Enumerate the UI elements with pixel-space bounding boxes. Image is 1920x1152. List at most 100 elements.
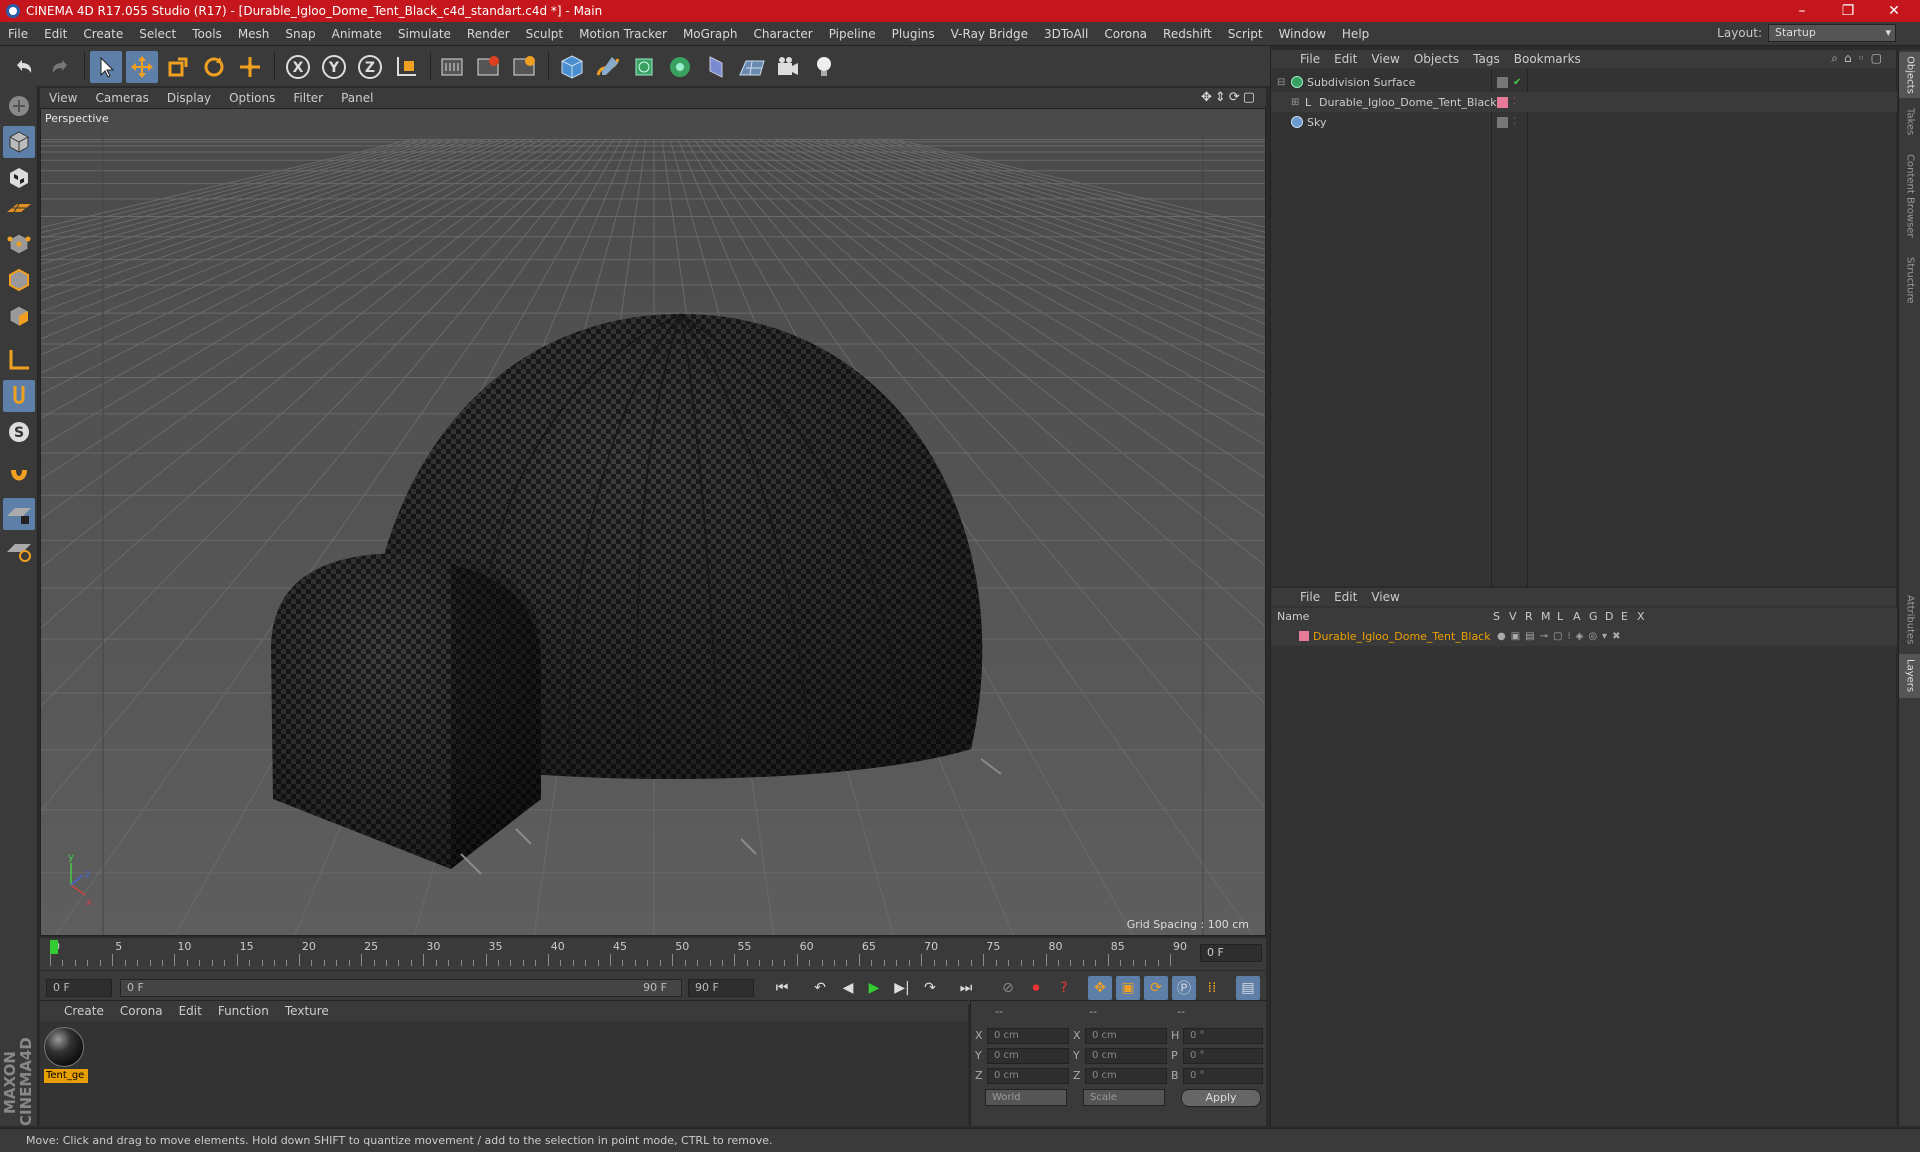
scale-tool-icon[interactable] (162, 51, 194, 83)
cube-primitive-icon[interactable] (556, 51, 588, 83)
object-menu-view[interactable]: View (1364, 52, 1406, 66)
previous-frame-icon[interactable]: ◀ (836, 976, 860, 1000)
keyframe-selection-icon[interactable]: ? (1052, 976, 1076, 1000)
menu-plugins[interactable]: Plugins (884, 27, 943, 41)
tab-layers[interactable]: Layers (1899, 654, 1920, 698)
make-editable-icon[interactable] (3, 90, 35, 122)
render-picture-viewer-icon[interactable] (472, 51, 504, 83)
autokey-icon[interactable]: ⏺ (1024, 976, 1048, 1000)
playhead[interactable] (50, 940, 58, 954)
size-y-field[interactable]: 0 cm (1085, 1048, 1167, 1064)
material-menu-texture[interactable]: Texture (277, 1004, 337, 1018)
tab-takes[interactable]: Takes (1899, 102, 1920, 142)
menu-animate[interactable]: Animate (324, 27, 390, 41)
apply-button[interactable]: Apply (1181, 1089, 1261, 1107)
position-z-field[interactable]: 0 cm (987, 1068, 1069, 1084)
timeline-window-icon[interactable]: ▤ (1236, 976, 1260, 1000)
layer-color-swatch[interactable] (1299, 631, 1309, 641)
size-mode-select[interactable]: Scale (1083, 1089, 1165, 1106)
coordinate-space-select[interactable]: World (985, 1089, 1067, 1106)
key-parameter-icon[interactable]: Ⓟ (1172, 976, 1196, 1000)
recent-tool-icon[interactable] (234, 51, 266, 83)
perspective-viewport[interactable]: y z x Perspective Grid Spacing : 100 cm (40, 108, 1266, 936)
live-selection-icon[interactable] (90, 51, 122, 83)
viewport-menu-cameras[interactable]: Cameras (86, 91, 157, 105)
layer-color-icon[interactable] (1497, 96, 1508, 108)
layer-menu-file[interactable]: File (1293, 590, 1327, 604)
snap-icon[interactable]: S (3, 416, 35, 448)
next-frame-icon[interactable]: ▶| (890, 976, 914, 1000)
camera-icon[interactable] (772, 51, 804, 83)
material-menu-edit[interactable]: Edit (171, 1004, 210, 1018)
object-menu-bookmarks[interactable]: Bookmarks (1507, 52, 1588, 66)
layer-menu-edit[interactable]: Edit (1327, 590, 1364, 604)
object-menu-tags[interactable]: Tags (1466, 52, 1507, 66)
key-rotation-icon[interactable]: ⟳ (1144, 976, 1168, 1000)
viewport-menu-panel[interactable]: Panel (332, 91, 382, 105)
tab-content-browser[interactable]: Content Browser (1899, 146, 1920, 246)
model-mode-icon[interactable] (3, 126, 35, 158)
menu-tools[interactable]: Tools (184, 27, 230, 41)
object-manager-search-icon[interactable]: ⌕⌂◦▢ (1831, 51, 1888, 66)
next-key-icon[interactable]: ↷ (918, 976, 942, 1000)
expand-icon[interactable]: ⊞ (1291, 97, 1299, 108)
material-menu-function[interactable]: Function (210, 1004, 277, 1018)
object-row-igloo-tent[interactable]: ⊞ L Durable_Igloo_Dome_Tent_Black ⁚ (1271, 92, 1897, 112)
render-settings-icon[interactable] (508, 51, 540, 83)
material-swatch[interactable]: Tent_ge (44, 1027, 88, 1083)
object-menu-file[interactable]: File (1293, 52, 1327, 66)
move-tool-icon[interactable] (126, 51, 158, 83)
start-frame-field[interactable]: 0 F (46, 979, 112, 997)
menu-edit[interactable]: Edit (36, 27, 75, 41)
menu-sculpt[interactable]: Sculpt (518, 27, 571, 41)
menu-3dtoall[interactable]: 3DToAll (1036, 27, 1096, 41)
menu-mograph[interactable]: MoGraph (675, 27, 746, 41)
material-menu-create[interactable]: Create (56, 1004, 112, 1018)
object-row-sky[interactable]: Sky ⁚ (1271, 112, 1897, 132)
end-frame-field[interactable]: 90 F (688, 979, 754, 997)
texture-mode-icon[interactable] (3, 162, 35, 194)
points-mode-icon[interactable] (3, 228, 35, 260)
magnet-icon[interactable] (3, 460, 35, 492)
tab-attributes[interactable]: Attributes (1899, 588, 1920, 652)
edges-mode-icon[interactable] (3, 264, 35, 296)
menu-character[interactable]: Character (745, 27, 820, 41)
record-keys-icon[interactable]: ⊘ (996, 976, 1020, 1000)
rotate-tool-icon[interactable] (198, 51, 230, 83)
tab-objects[interactable]: Objects (1899, 52, 1920, 98)
viewport-menu-options[interactable]: Options (220, 91, 284, 105)
deformer-icon[interactable] (700, 51, 732, 83)
position-y-field[interactable]: 0 cm (987, 1048, 1069, 1064)
y-axis-lock-icon[interactable]: Y (318, 51, 350, 83)
undo-icon[interactable] (8, 51, 40, 83)
visibility-dots-icon[interactable]: ⁚ (1513, 117, 1516, 127)
collapse-icon[interactable]: ⊟ (1277, 77, 1285, 88)
menu-motion-tracker[interactable]: Motion Tracker (571, 27, 675, 41)
timeline[interactable]: 051015202530354045505560657075808590 0 F (40, 938, 1266, 970)
viewport-nav-icons[interactable]: ✥⇕⟳▢ (1201, 90, 1258, 105)
enabled-check-icon[interactable]: ✔ (1513, 77, 1521, 88)
object-menu-edit[interactable]: Edit (1327, 52, 1364, 66)
menu-file[interactable]: File (0, 27, 36, 41)
key-position-icon[interactable]: ✥ (1088, 976, 1112, 1000)
current-frame-field[interactable]: 0 F (1200, 944, 1262, 962)
grid-snap-icon[interactable] (3, 534, 35, 566)
menu-create[interactable]: Create (75, 27, 131, 41)
go-to-start-icon[interactable]: ⏮ (770, 976, 794, 1000)
menu-snap[interactable]: Snap (277, 27, 323, 41)
tab-structure[interactable]: Structure (1899, 250, 1920, 310)
viewport-menu-display[interactable]: Display (158, 91, 220, 105)
size-x-field[interactable]: 0 cm (1085, 1028, 1167, 1044)
minimize-icon[interactable]: – (1780, 0, 1824, 22)
menu-window[interactable]: Window (1271, 27, 1334, 41)
size-z-field[interactable]: 0 cm (1085, 1068, 1167, 1084)
axis-mode-icon[interactable] (3, 344, 35, 376)
visibility-dots-icon[interactable]: ⁚ (1513, 97, 1516, 107)
array-icon[interactable] (664, 51, 696, 83)
rotation-p-field[interactable]: 0 ° (1183, 1048, 1263, 1064)
menu-simulate[interactable]: Simulate (390, 27, 459, 41)
menu-pipeline[interactable]: Pipeline (821, 27, 884, 41)
viewport-menu-filter[interactable]: Filter (284, 91, 332, 105)
subdivision-surface-icon[interactable] (628, 51, 660, 83)
previous-key-icon[interactable]: ↶ (808, 976, 832, 1000)
